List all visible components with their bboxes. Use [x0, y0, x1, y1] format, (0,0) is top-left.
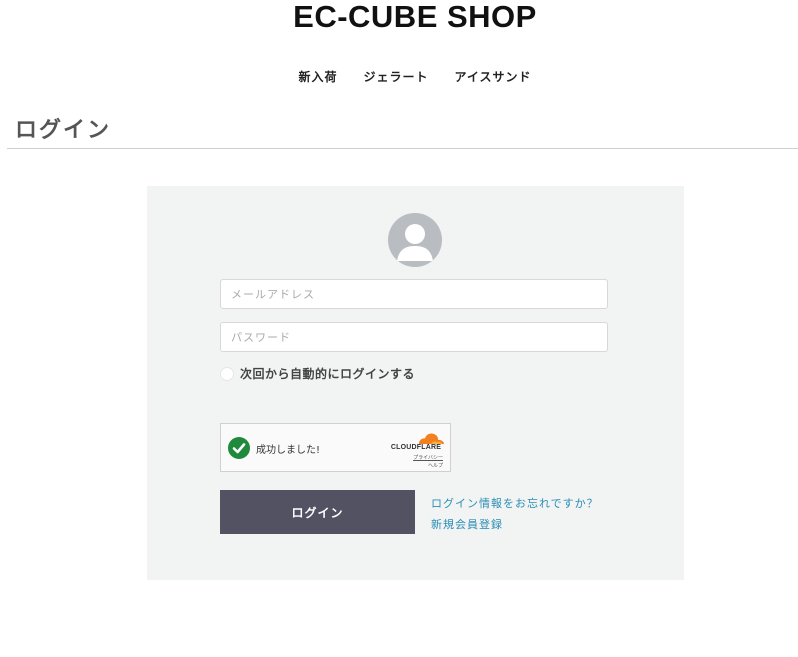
login-page: EC-CUBE SHOP 新入荷 ジェラート アイスサンド ログイン 次回から自… [0, 0, 798, 657]
login-button[interactable]: ログイン [220, 490, 415, 534]
cloudflare-logo: CLOUDFLARE プライバシー ヘルプ [387, 430, 447, 469]
captcha-help-link[interactable]: ヘルプ [428, 462, 443, 469]
cloudflare-wordmark: CLOUDFLARE [390, 444, 442, 451]
remember-me-label: 次回から自動的にログインする [240, 367, 416, 381]
nav-item-gelato[interactable]: ジェラート [363, 68, 428, 85]
main-nav: 新入荷 ジェラート アイスサンド [0, 68, 798, 85]
shop-title[interactable]: EC-CUBE SHOP [0, 0, 798, 34]
captcha-status: 成功しました! [256, 445, 321, 456]
captcha-widget[interactable]: 成功しました! CLOUDFLARE プライバシー ヘルプ [220, 423, 451, 472]
register-link[interactable]: 新規会員登録 [431, 516, 503, 532]
cloud-icon [419, 433, 444, 444]
forgot-password-link[interactable]: ログイン情報をお忘れですか？ [431, 495, 599, 511]
check-circle-icon [228, 437, 250, 459]
remember-me-checkbox[interactable]: 次回から自動的にログインする [220, 365, 415, 382]
password-field[interactable] [220, 322, 608, 352]
page-title: ログイン [15, 118, 112, 143]
email-field[interactable] [220, 279, 608, 309]
login-panel: 次回から自動的にログインする 成功しました! CLOUDFLARE プライバシー… [147, 186, 684, 580]
checkbox-circle[interactable] [220, 366, 234, 381]
heading-divider [7, 148, 798, 149]
captcha-privacy-link[interactable]: プライバシー [413, 454, 443, 461]
nav-item-ice-sandwich[interactable]: アイスサンド [454, 68, 531, 85]
nav-item-new-arrivals[interactable]: 新入荷 [298, 68, 337, 85]
user-avatar-icon [388, 213, 442, 267]
